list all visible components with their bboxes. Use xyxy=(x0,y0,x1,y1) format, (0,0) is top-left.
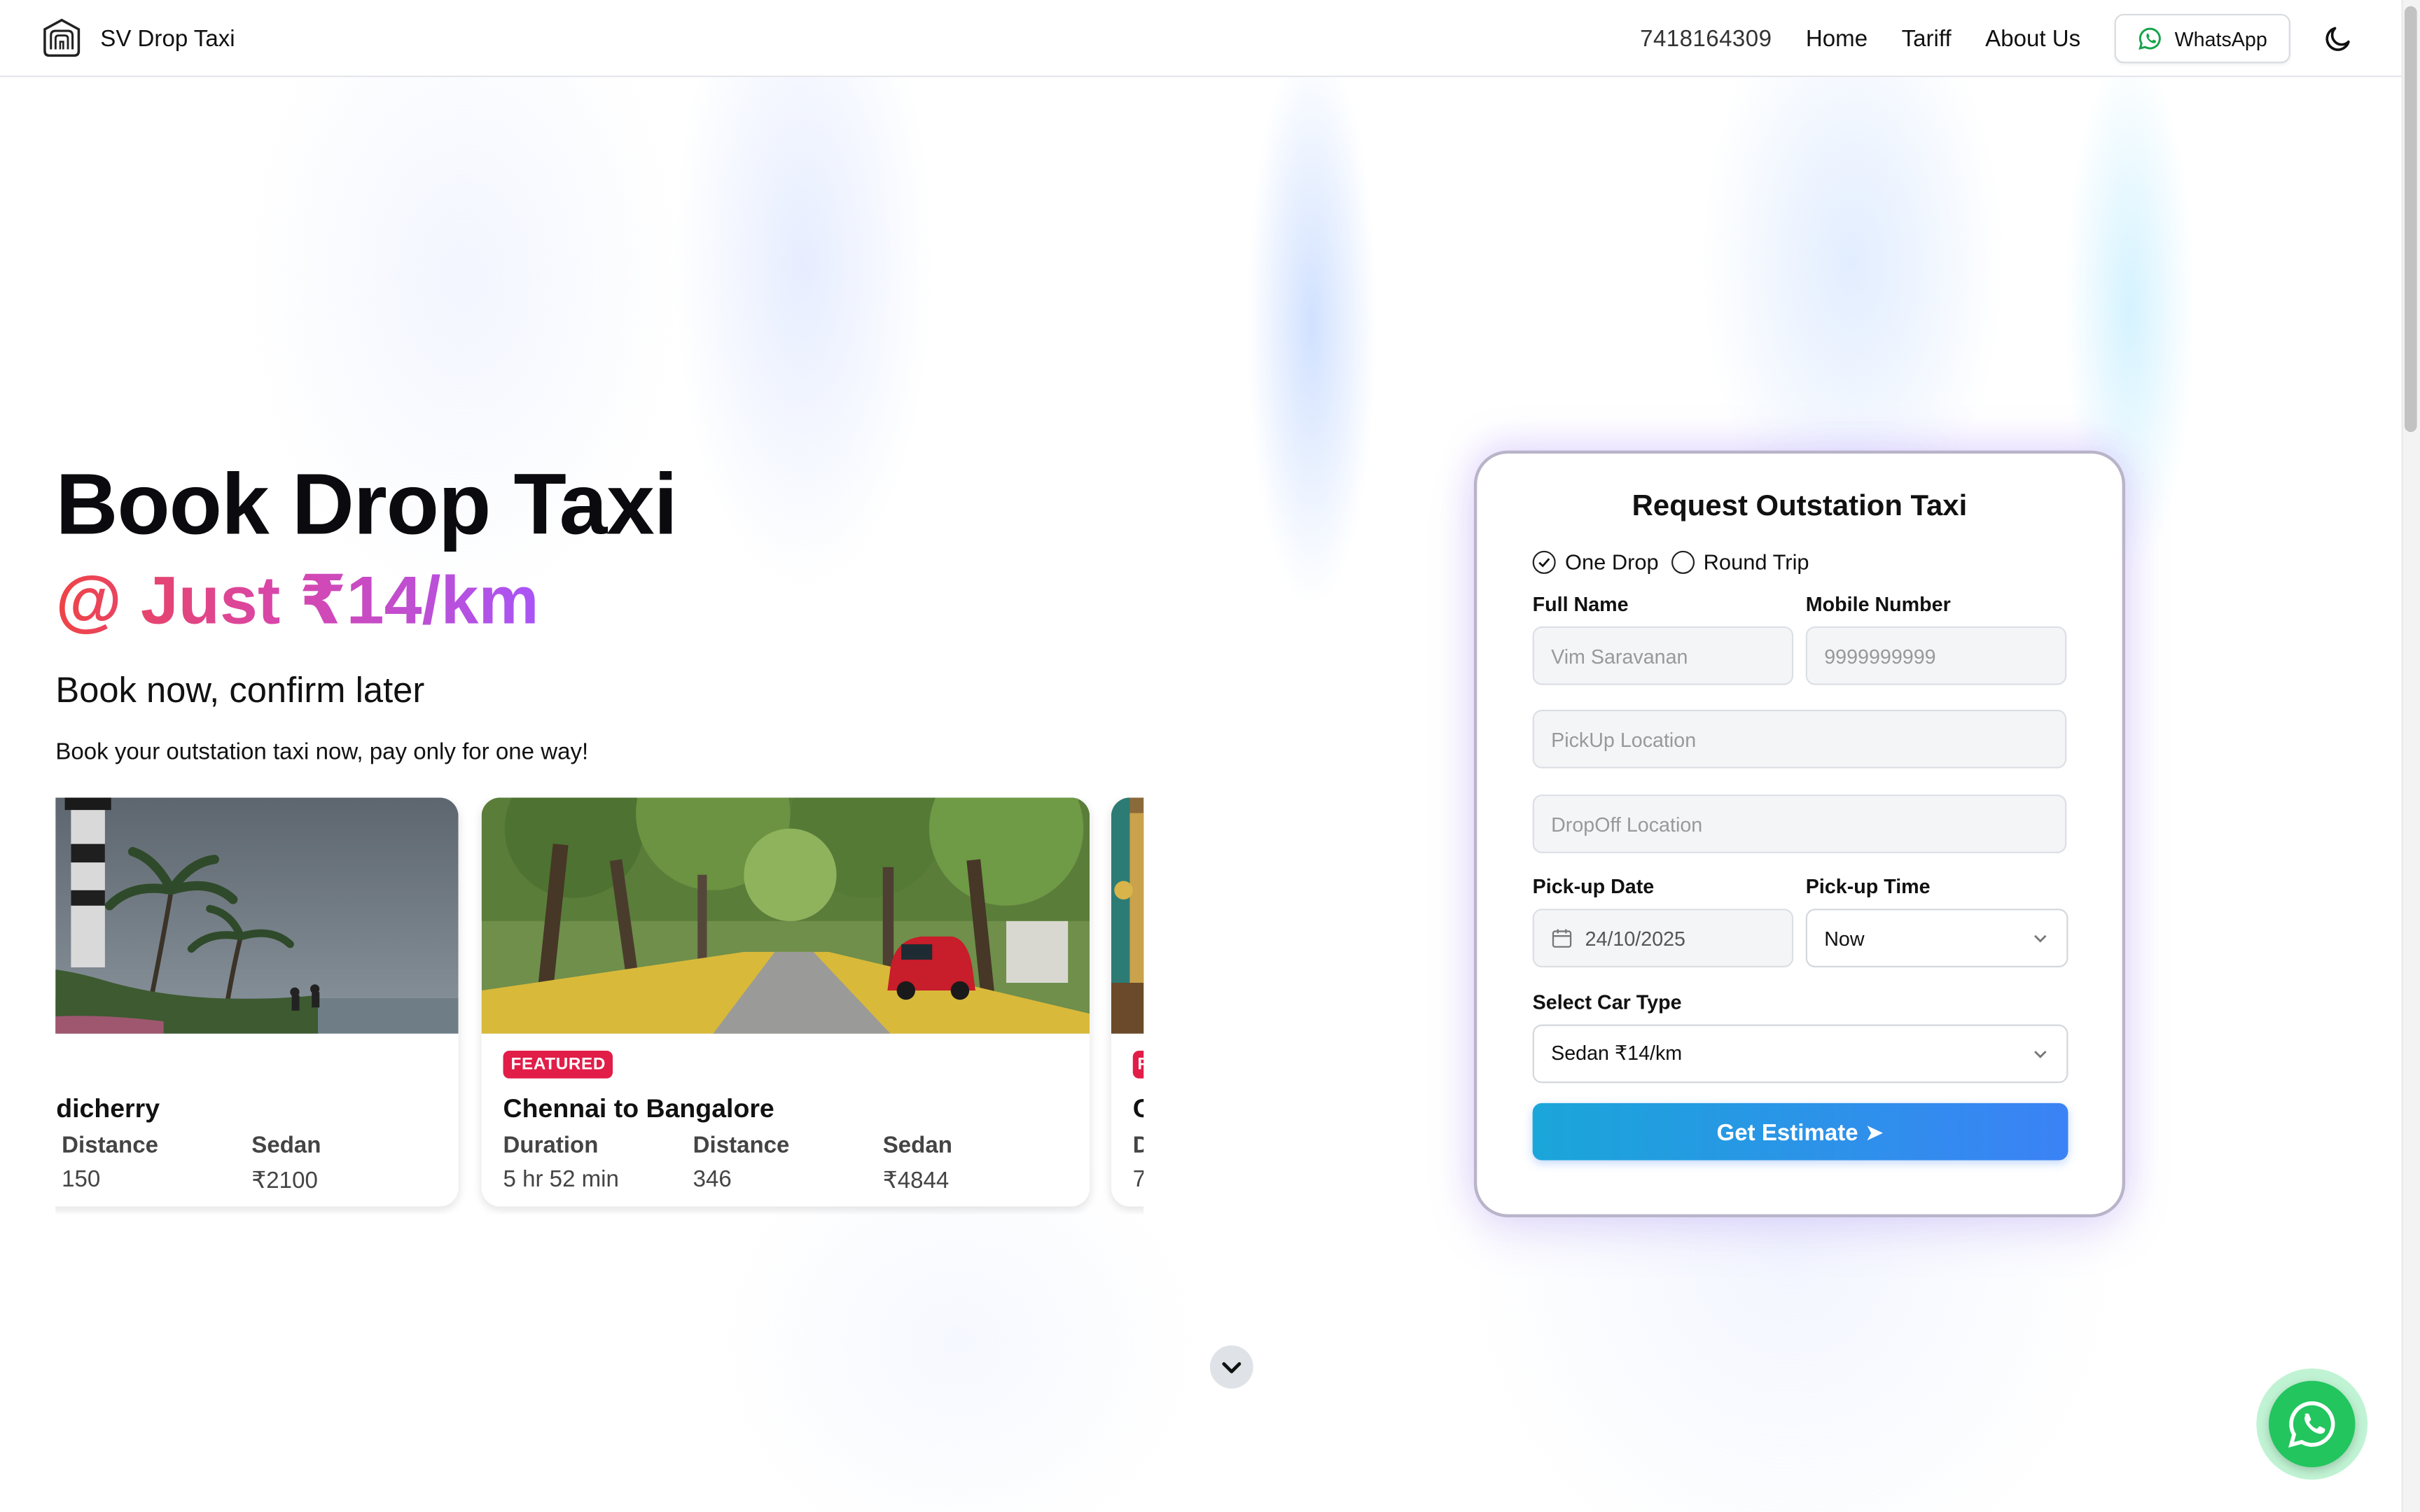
mobile-number-input[interactable]: 9999999999 xyxy=(1805,626,2067,685)
pickup-date-label: Pick-up Date xyxy=(1532,874,1655,898)
top-navbar: SV Drop Taxi 7418164309 Home Tariff Abou… xyxy=(0,0,2402,78)
full-name-input[interactable]: Vim Saravanan xyxy=(1532,626,1794,685)
route-stat-distance: Distance 150 xyxy=(62,1132,158,1193)
route-stat-duration: Duration 5 hr 52 min xyxy=(503,1132,619,1193)
featured-badge: F xyxy=(1132,1050,1144,1079)
whatsapp-floating-button[interactable] xyxy=(2268,1380,2356,1468)
brand[interactable]: SV Drop Taxi xyxy=(40,17,235,60)
route-carousel[interactable]: ndicherry Distance 150 Sedan ₹2100 xyxy=(55,797,1144,1214)
brand-name: SV Drop Taxi xyxy=(100,25,235,52)
one-drop-label: One Drop xyxy=(1564,549,1659,574)
route-card[interactable]: ndicherry Distance 150 Sedan ₹2100 xyxy=(55,797,459,1207)
booking-form: Request Outstation Taxi One Drop Round T… xyxy=(1473,450,2126,1218)
route-title: C xyxy=(1133,1094,1143,1125)
hero-subtitle: Book now, confirm later xyxy=(55,669,425,710)
route-card[interactable]: F C D 7 xyxy=(1111,797,1144,1207)
whatsapp-icon xyxy=(2139,27,2161,50)
nav-tariff[interactable]: Tariff xyxy=(1902,25,1952,51)
route-title: Chennai to Bangalore xyxy=(503,1093,774,1124)
nav-home[interactable]: Home xyxy=(1806,25,1868,51)
route-photo-temple xyxy=(1111,797,1144,1034)
route-stat-sedan: Sedan ₹2100 xyxy=(251,1132,321,1194)
full-name-label: Full Name xyxy=(1532,592,1629,616)
pickup-location-input[interactable]: PickUp Location xyxy=(1532,709,2067,769)
nav-about-us[interactable]: About Us xyxy=(1985,25,2080,51)
pickup-date-value: 24/10/2025 xyxy=(1585,926,1686,950)
chevron-down-icon xyxy=(2034,1051,2047,1058)
round-trip-label: Round Trip xyxy=(1703,549,1809,574)
route-photo-pondicherry xyxy=(55,797,459,1034)
route-card-featured[interactable]: FEATURED Chennai to Bangalore Duration 5… xyxy=(481,797,1090,1207)
pickup-date-input[interactable]: 24/10/2025 xyxy=(1532,909,1794,967)
chevron-down-icon xyxy=(1222,1362,1242,1373)
brand-logo-icon xyxy=(43,18,81,57)
featured-badge: FEATURED xyxy=(503,1050,614,1079)
whatsapp-icon xyxy=(2288,1401,2335,1448)
dropoff-location-input[interactable]: DropOff Location xyxy=(1532,794,2067,853)
car-type-select[interactable]: Sedan ₹14/km xyxy=(1532,1024,2068,1084)
chevron-down-icon xyxy=(2034,934,2047,943)
route-title: ndicherry xyxy=(55,1093,160,1124)
round-trip-radio[interactable]: Round Trip xyxy=(1671,550,1809,574)
form-title: Request Outstation Taxi xyxy=(1632,490,1968,524)
dark-mode-toggle[interactable] xyxy=(2321,22,2355,55)
route-stat: D 7 xyxy=(1133,1133,1143,1193)
hero-note: Book your outstation taxi now, pay only … xyxy=(55,738,589,766)
calendar-icon xyxy=(1552,929,1572,948)
radio-unchecked-icon xyxy=(1671,550,1695,573)
whatsapp-button[interactable]: WhatsApp xyxy=(2114,13,2290,64)
trip-type-radio-group: One Drop Round Trip xyxy=(1532,549,1822,574)
phone-number-link[interactable]: 7418164309 xyxy=(1640,25,1772,51)
car-type-label: Select Car Type xyxy=(1532,990,1682,1014)
hero-price: @ Just ₹14/km xyxy=(55,561,538,640)
pickup-time-select[interactable]: Now xyxy=(1805,909,2068,967)
route-stat-distance: Distance 346 xyxy=(693,1132,790,1193)
hero-title: Book Drop Taxi xyxy=(55,455,678,553)
pickup-time-value: Now xyxy=(1824,926,1865,950)
scroll-down-button[interactable] xyxy=(1209,1345,1253,1389)
mobile-number-label: Mobile Number xyxy=(1805,592,1951,616)
route-stat-sedan: Sedan ₹4844 xyxy=(882,1132,952,1194)
car-type-value: Sedan ₹14/km xyxy=(1551,1041,1683,1065)
one-drop-radio[interactable]: One Drop xyxy=(1532,549,1659,574)
page: SV Drop Taxi 7418164309 Home Tariff Abou… xyxy=(0,0,2420,1512)
pickup-time-label: Pick-up Time xyxy=(1805,874,1931,898)
nav-menu: 7418164309 Home Tariff About Us WhatsApp xyxy=(1640,13,2355,64)
whatsapp-button-label: WhatsApp xyxy=(2174,27,2267,50)
page-scrollbar[interactable] xyxy=(2401,0,2420,1512)
route-photo-bangalore xyxy=(481,797,1090,1034)
moon-icon xyxy=(2325,27,2350,51)
radio-checked-icon xyxy=(1532,550,1556,573)
scrollbar-thumb[interactable] xyxy=(2404,6,2417,433)
get-estimate-button[interactable]: Get Estimate ➤ xyxy=(1532,1102,2068,1161)
